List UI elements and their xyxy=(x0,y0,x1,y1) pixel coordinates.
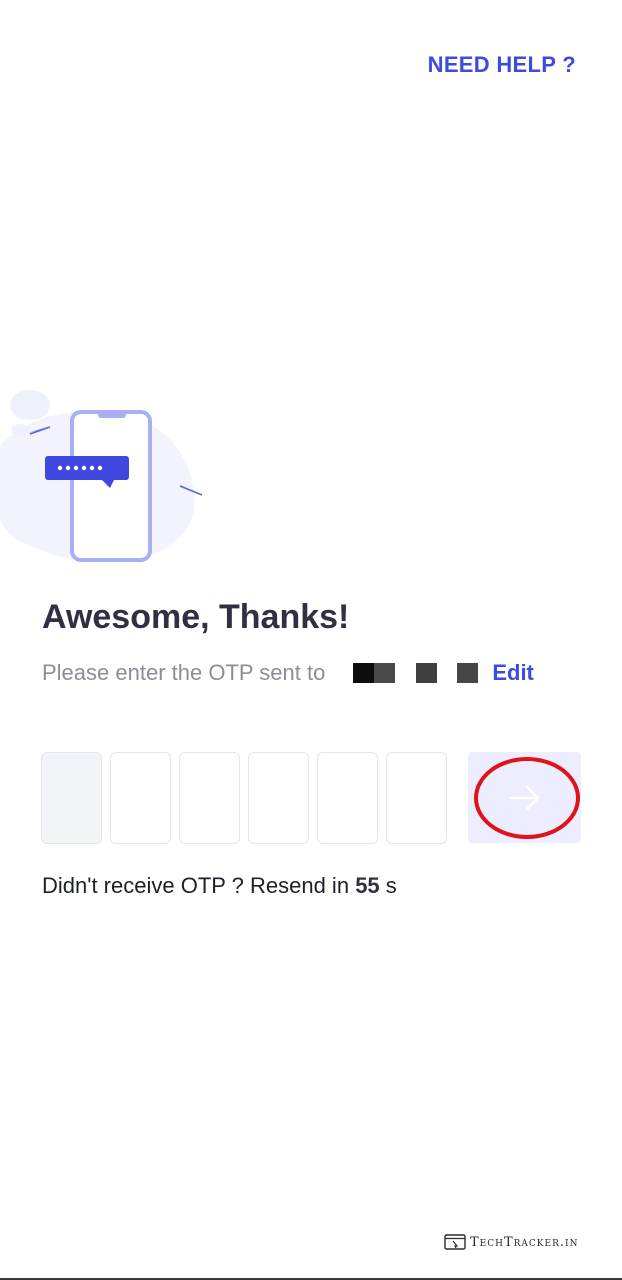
resend-unit: s xyxy=(385,873,397,898)
otp-digit-4[interactable] xyxy=(248,752,309,844)
otp-digit-3[interactable] xyxy=(179,752,240,844)
submit-otp-button[interactable] xyxy=(468,752,581,843)
otp-instruction-text: Please enter the OTP sent to xyxy=(42,660,326,685)
resend-countdown: 55 xyxy=(355,873,380,898)
otp-digit-6[interactable] xyxy=(386,752,447,844)
watermark-text: TechTracker.in xyxy=(470,1234,579,1250)
otp-digit-5[interactable] xyxy=(317,752,378,844)
resend-otp-text: Didn't receive OTP ? Resend in 55 s xyxy=(42,873,397,899)
watermark: TechTracker.in xyxy=(444,1234,578,1250)
browser-cursor-icon xyxy=(444,1234,466,1250)
resend-prefix: Didn't receive OTP ? Resend in xyxy=(42,873,350,898)
need-help-link[interactable]: NEED HELP ? xyxy=(428,52,576,78)
edit-number-link[interactable]: Edit xyxy=(492,660,534,686)
page-title: Awesome, Thanks! xyxy=(42,598,350,636)
arrow-right-icon xyxy=(509,785,539,810)
otp-input-group xyxy=(41,752,455,844)
masked-phone-number xyxy=(353,663,479,683)
otp-instruction: Please enter the OTP sent to Edit xyxy=(42,658,534,688)
otp-digit-2[interactable] xyxy=(110,752,171,844)
otp-digit-1[interactable] xyxy=(41,752,102,844)
phone-otp-illustration xyxy=(0,390,203,562)
